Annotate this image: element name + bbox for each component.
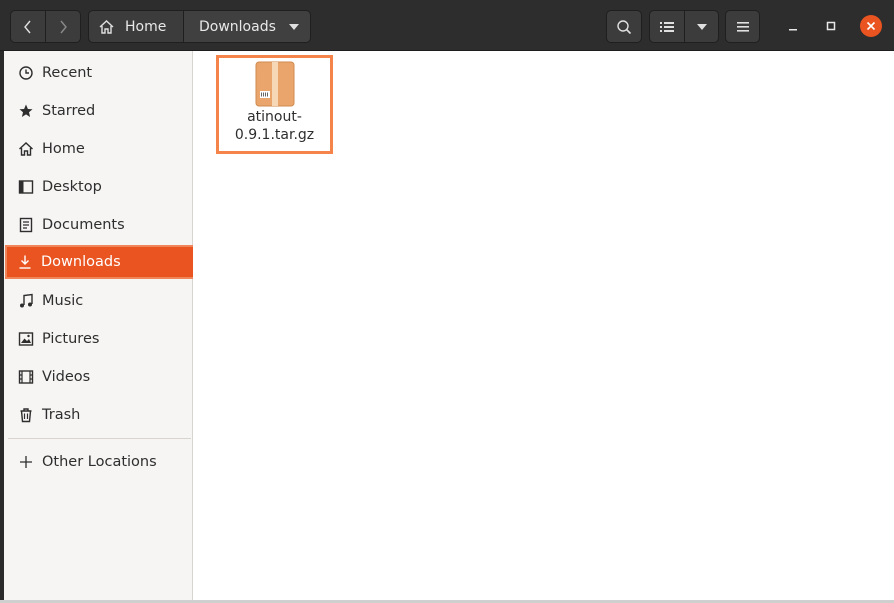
close-icon [866, 21, 876, 31]
sidebar-item-pictures[interactable]: Pictures [8, 322, 191, 356]
sidebar-item-label: Starred [42, 103, 96, 119]
home-icon [18, 141, 34, 157]
archive-icon [255, 61, 294, 107]
clock-icon [18, 65, 34, 81]
view-options-button[interactable] [684, 10, 719, 43]
hamburger-menu-button[interactable] [725, 10, 760, 43]
maximize-button[interactable] [820, 15, 842, 37]
file-name-line-1: atinout- [247, 109, 302, 125]
document-icon [18, 217, 34, 233]
chevron-right-icon [60, 20, 67, 33]
sidebar-item-downloads[interactable]: Downloads [5, 245, 195, 279]
caret-down-icon [696, 23, 707, 30]
sidebar-item-label: Music [42, 293, 84, 309]
sidebar-item-label: Home [42, 141, 85, 157]
sidebar-item-recent[interactable]: Recent [8, 56, 191, 90]
maximize-icon [826, 21, 836, 31]
sidebar-item-label: Videos [42, 369, 91, 385]
sidebar-divider [8, 438, 191, 439]
sidebar-item-label: Trash [42, 407, 81, 423]
sidebar-item-label: Desktop [42, 179, 102, 195]
forward-button[interactable] [45, 10, 81, 43]
search-icon [617, 19, 632, 34]
file-name-line-2: 0.9.1.tar.gz [234, 127, 315, 143]
home-icon [99, 19, 114, 34]
breadcrumb-home[interactable]: Home [88, 10, 184, 43]
caret-down-icon[interactable] [289, 23, 299, 30]
breadcrumb-home-label: Home [125, 18, 167, 35]
star-icon [18, 103, 34, 119]
sidebar-item-label: Other Locations [42, 454, 157, 470]
download-icon [17, 254, 33, 270]
list-view-icon [660, 21, 674, 32]
sidebar-item-starred[interactable]: Starred [8, 94, 191, 128]
sidebar-item-documents[interactable]: Documents [8, 208, 191, 242]
pictures-icon [18, 331, 34, 347]
sidebar-item-desktop[interactable]: Desktop [8, 170, 191, 204]
file-manager-window: Home Downloads Recent Starred Home Deskt… [0, 0, 894, 603]
list-view-button[interactable] [649, 10, 685, 43]
trash-icon [18, 407, 34, 423]
sidebar-item-videos[interactable]: Videos [8, 360, 191, 394]
back-button[interactable] [10, 10, 46, 43]
breadcrumb-downloads-label: Downloads [199, 18, 276, 35]
sidebar-item-label: Pictures [42, 331, 100, 347]
sidebar-item-label: Downloads [41, 254, 121, 270]
breadcrumb-downloads[interactable]: Downloads [183, 10, 311, 43]
sidebar-item-trash[interactable]: Trash [8, 398, 191, 432]
sidebar-item-label: Documents [42, 217, 125, 233]
minimize-button[interactable] [782, 15, 804, 37]
file-name: atinout- 0.9.1.tar.gz [220, 108, 330, 144]
search-button[interactable] [606, 10, 642, 43]
sidebar-item-home[interactable]: Home [8, 132, 191, 166]
close-button[interactable] [860, 15, 882, 37]
sidebar-item-other-locations[interactable]: Other Locations [8, 445, 191, 479]
window-left-edge [0, 51, 4, 603]
file-item-atinout-archive[interactable]: atinout- 0.9.1.tar.gz [216, 55, 333, 154]
hamburger-icon [736, 21, 749, 32]
chevron-left-icon [24, 20, 31, 33]
desktop-icon [18, 179, 34, 195]
sidebar-item-label: Recent [42, 65, 93, 81]
sidebar-item-music[interactable]: Music [8, 284, 191, 318]
plus-icon [18, 454, 34, 470]
header-bar: Home Downloads [0, 0, 894, 51]
file-view: atinout- 0.9.1.tar.gz [193, 51, 894, 603]
minimize-icon [789, 29, 797, 31]
music-icon [18, 293, 34, 309]
video-icon [18, 369, 34, 385]
places-sidebar: Recent Starred Home Desktop Documents Do… [0, 51, 195, 603]
